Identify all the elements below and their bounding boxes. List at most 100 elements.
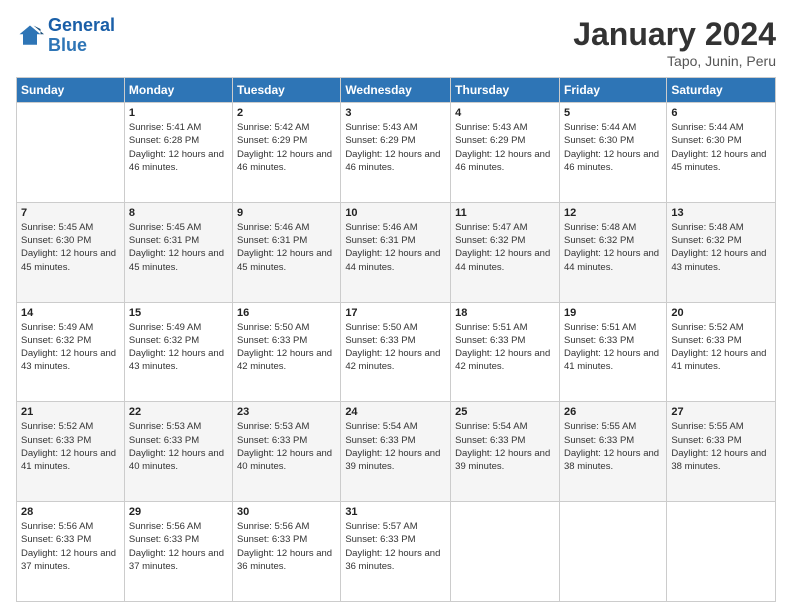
day-info: Sunrise: 5:50 AMSunset: 6:33 PMDaylight:… xyxy=(345,321,446,374)
logo-line1: General xyxy=(48,15,115,35)
day-number: 12 xyxy=(564,207,662,219)
day-info: Sunrise: 5:50 AMSunset: 6:33 PMDaylight:… xyxy=(237,321,336,374)
logo: General Blue xyxy=(16,16,115,56)
calendar-week-row: 1 Sunrise: 5:41 AMSunset: 6:28 PMDayligh… xyxy=(17,103,776,203)
day-number: 5 xyxy=(564,107,662,119)
col-friday: Friday xyxy=(559,78,666,103)
day-number: 20 xyxy=(671,307,771,319)
table-row: 11 Sunrise: 5:47 AMSunset: 6:32 PMDaylig… xyxy=(451,202,560,302)
table-row: 16 Sunrise: 5:50 AMSunset: 6:33 PMDaylig… xyxy=(233,302,341,402)
day-number: 27 xyxy=(671,406,771,418)
day-number: 4 xyxy=(455,107,555,119)
day-number: 11 xyxy=(455,207,555,219)
day-info: Sunrise: 5:54 AMSunset: 6:33 PMDaylight:… xyxy=(455,420,555,473)
table-row: 23 Sunrise: 5:53 AMSunset: 6:33 PMDaylig… xyxy=(233,402,341,502)
day-info: Sunrise: 5:44 AMSunset: 6:30 PMDaylight:… xyxy=(564,121,662,174)
day-info: Sunrise: 5:55 AMSunset: 6:33 PMDaylight:… xyxy=(564,420,662,473)
day-info: Sunrise: 5:52 AMSunset: 6:33 PMDaylight:… xyxy=(21,420,120,473)
month-year: January 2024 xyxy=(573,16,776,53)
logo-text: General Blue xyxy=(48,16,115,56)
day-info: Sunrise: 5:51 AMSunset: 6:33 PMDaylight:… xyxy=(455,321,555,374)
calendar-week-row: 14 Sunrise: 5:49 AMSunset: 6:32 PMDaylig… xyxy=(17,302,776,402)
table-row: 3 Sunrise: 5:43 AMSunset: 6:29 PMDayligh… xyxy=(341,103,451,203)
calendar-table: Sunday Monday Tuesday Wednesday Thursday… xyxy=(16,77,776,602)
day-info: Sunrise: 5:57 AMSunset: 6:33 PMDaylight:… xyxy=(345,520,446,573)
day-number: 19 xyxy=(564,307,662,319)
table-row: 14 Sunrise: 5:49 AMSunset: 6:32 PMDaylig… xyxy=(17,302,125,402)
day-info: Sunrise: 5:48 AMSunset: 6:32 PMDaylight:… xyxy=(671,221,771,274)
table-row: 18 Sunrise: 5:51 AMSunset: 6:33 PMDaylig… xyxy=(451,302,560,402)
table-row: 24 Sunrise: 5:54 AMSunset: 6:33 PMDaylig… xyxy=(341,402,451,502)
table-row: 13 Sunrise: 5:48 AMSunset: 6:32 PMDaylig… xyxy=(667,202,776,302)
col-sunday: Sunday xyxy=(17,78,125,103)
table-row: 26 Sunrise: 5:55 AMSunset: 6:33 PMDaylig… xyxy=(559,402,666,502)
table-row: 29 Sunrise: 5:56 AMSunset: 6:33 PMDaylig… xyxy=(124,502,232,602)
logo-line2: Blue xyxy=(48,35,87,55)
day-number: 26 xyxy=(564,406,662,418)
day-number: 9 xyxy=(237,207,336,219)
page: General Blue January 2024 Tapo, Junin, P… xyxy=(0,0,792,612)
table-row: 10 Sunrise: 5:46 AMSunset: 6:31 PMDaylig… xyxy=(341,202,451,302)
day-info: Sunrise: 5:56 AMSunset: 6:33 PMDaylight:… xyxy=(21,520,120,573)
table-row xyxy=(17,103,125,203)
header: General Blue January 2024 Tapo, Junin, P… xyxy=(16,16,776,69)
table-row: 31 Sunrise: 5:57 AMSunset: 6:33 PMDaylig… xyxy=(341,502,451,602)
table-row: 5 Sunrise: 5:44 AMSunset: 6:30 PMDayligh… xyxy=(559,103,666,203)
table-row: 9 Sunrise: 5:46 AMSunset: 6:31 PMDayligh… xyxy=(233,202,341,302)
day-number: 1 xyxy=(129,107,228,119)
day-number: 30 xyxy=(237,506,336,518)
table-row: 8 Sunrise: 5:45 AMSunset: 6:31 PMDayligh… xyxy=(124,202,232,302)
day-info: Sunrise: 5:49 AMSunset: 6:32 PMDaylight:… xyxy=(21,321,120,374)
day-info: Sunrise: 5:53 AMSunset: 6:33 PMDaylight:… xyxy=(237,420,336,473)
col-monday: Monday xyxy=(124,78,232,103)
table-row xyxy=(451,502,560,602)
day-info: Sunrise: 5:46 AMSunset: 6:31 PMDaylight:… xyxy=(345,221,446,274)
day-number: 7 xyxy=(21,207,120,219)
day-info: Sunrise: 5:53 AMSunset: 6:33 PMDaylight:… xyxy=(129,420,228,473)
day-info: Sunrise: 5:56 AMSunset: 6:33 PMDaylight:… xyxy=(129,520,228,573)
col-thursday: Thursday xyxy=(451,78,560,103)
table-row: 30 Sunrise: 5:56 AMSunset: 6:33 PMDaylig… xyxy=(233,502,341,602)
day-number: 25 xyxy=(455,406,555,418)
day-number: 22 xyxy=(129,406,228,418)
day-info: Sunrise: 5:49 AMSunset: 6:32 PMDaylight:… xyxy=(129,321,228,374)
table-row: 20 Sunrise: 5:52 AMSunset: 6:33 PMDaylig… xyxy=(667,302,776,402)
table-row: 7 Sunrise: 5:45 AMSunset: 6:30 PMDayligh… xyxy=(17,202,125,302)
calendar-week-row: 21 Sunrise: 5:52 AMSunset: 6:33 PMDaylig… xyxy=(17,402,776,502)
day-number: 21 xyxy=(21,406,120,418)
calendar-week-row: 28 Sunrise: 5:56 AMSunset: 6:33 PMDaylig… xyxy=(17,502,776,602)
day-number: 10 xyxy=(345,207,446,219)
col-tuesday: Tuesday xyxy=(233,78,341,103)
table-row xyxy=(559,502,666,602)
day-info: Sunrise: 5:44 AMSunset: 6:30 PMDaylight:… xyxy=(671,121,771,174)
day-number: 24 xyxy=(345,406,446,418)
day-info: Sunrise: 5:47 AMSunset: 6:32 PMDaylight:… xyxy=(455,221,555,274)
col-wednesday: Wednesday xyxy=(341,78,451,103)
table-row: 6 Sunrise: 5:44 AMSunset: 6:30 PMDayligh… xyxy=(667,103,776,203)
day-number: 28 xyxy=(21,506,120,518)
title-block: January 2024 Tapo, Junin, Peru xyxy=(573,16,776,69)
day-info: Sunrise: 5:52 AMSunset: 6:33 PMDaylight:… xyxy=(671,321,771,374)
col-saturday: Saturday xyxy=(667,78,776,103)
day-info: Sunrise: 5:45 AMSunset: 6:30 PMDaylight:… xyxy=(21,221,120,274)
day-number: 16 xyxy=(237,307,336,319)
table-row: 2 Sunrise: 5:42 AMSunset: 6:29 PMDayligh… xyxy=(233,103,341,203)
table-row: 1 Sunrise: 5:41 AMSunset: 6:28 PMDayligh… xyxy=(124,103,232,203)
day-number: 29 xyxy=(129,506,228,518)
logo-icon xyxy=(16,22,44,50)
day-number: 23 xyxy=(237,406,336,418)
table-row: 19 Sunrise: 5:51 AMSunset: 6:33 PMDaylig… xyxy=(559,302,666,402)
day-info: Sunrise: 5:43 AMSunset: 6:29 PMDaylight:… xyxy=(345,121,446,174)
calendar-week-row: 7 Sunrise: 5:45 AMSunset: 6:30 PMDayligh… xyxy=(17,202,776,302)
day-number: 14 xyxy=(21,307,120,319)
day-info: Sunrise: 5:54 AMSunset: 6:33 PMDaylight:… xyxy=(345,420,446,473)
day-info: Sunrise: 5:48 AMSunset: 6:32 PMDaylight:… xyxy=(564,221,662,274)
day-info: Sunrise: 5:45 AMSunset: 6:31 PMDaylight:… xyxy=(129,221,228,274)
table-row xyxy=(667,502,776,602)
table-row: 17 Sunrise: 5:50 AMSunset: 6:33 PMDaylig… xyxy=(341,302,451,402)
day-info: Sunrise: 5:41 AMSunset: 6:28 PMDaylight:… xyxy=(129,121,228,174)
day-number: 18 xyxy=(455,307,555,319)
day-info: Sunrise: 5:42 AMSunset: 6:29 PMDaylight:… xyxy=(237,121,336,174)
table-row: 28 Sunrise: 5:56 AMSunset: 6:33 PMDaylig… xyxy=(17,502,125,602)
location: Tapo, Junin, Peru xyxy=(573,53,776,69)
